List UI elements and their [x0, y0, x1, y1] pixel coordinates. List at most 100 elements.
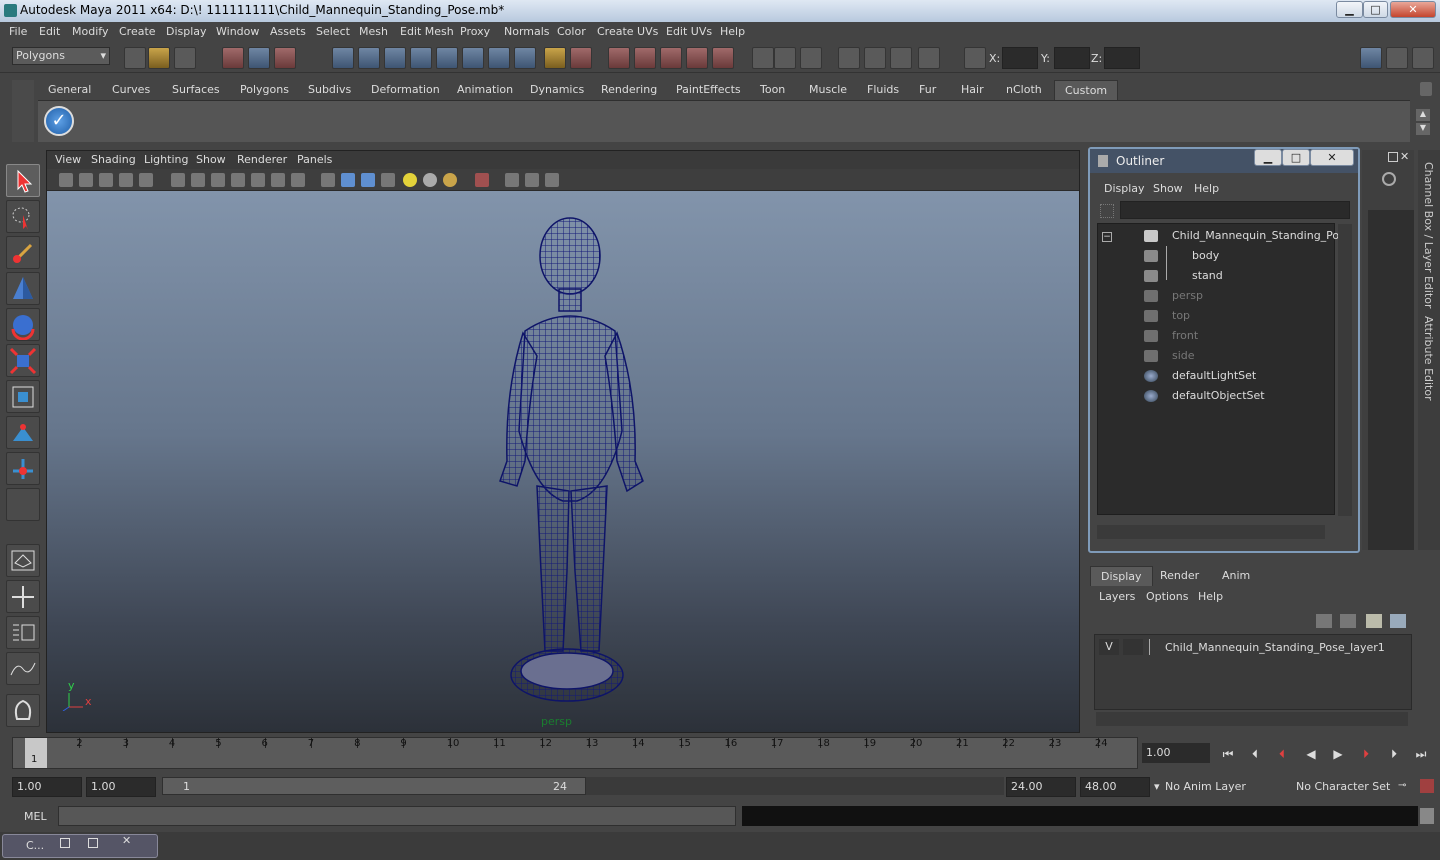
play-backward-icon[interactable]: ◀	[1300, 744, 1322, 764]
four-view-layout-icon[interactable]	[6, 580, 40, 613]
attribute-editor-tab[interactable]: Attribute Editor	[1422, 316, 1435, 401]
command-input[interactable]	[58, 806, 736, 826]
select-joints-icon[interactable]	[358, 47, 380, 69]
outliner-item-persp[interactable]: persp	[1172, 287, 1203, 305]
xray-icon[interactable]	[505, 173, 519, 187]
toggle-channel-box-icon[interactable]	[1412, 47, 1434, 69]
close-button[interactable]: ✕	[1390, 1, 1436, 18]
highlight-selection-icon[interactable]	[570, 47, 592, 69]
script-editor-icon[interactable]	[1420, 808, 1434, 824]
menu-window[interactable]: Window	[216, 25, 259, 38]
outliner-item-side[interactable]: side	[1172, 347, 1195, 365]
use-all-lights-icon[interactable]	[403, 173, 417, 187]
shelf-tab-fluids[interactable]: Fluids	[857, 80, 909, 100]
select-component-icon[interactable]	[274, 47, 296, 69]
bookmarks-icon[interactable]	[99, 173, 113, 187]
move-tool-icon[interactable]	[6, 272, 40, 305]
select-hierarchy-icon[interactable]	[222, 47, 244, 69]
shelf-tab-hair[interactable]: Hair	[951, 80, 994, 100]
select-rendering-icon[interactable]	[488, 47, 510, 69]
mannequin-wireframe[interactable]	[47, 191, 1079, 732]
universal-manipulator-icon[interactable]	[6, 380, 40, 413]
render-settings-icon[interactable]	[864, 47, 886, 69]
playback-start-field[interactable]: 1.00	[86, 777, 156, 797]
snap-grid-icon[interactable]	[608, 47, 630, 69]
viewport-menu-view[interactable]: View	[55, 153, 81, 166]
layer-tab-anim[interactable]: Anim	[1212, 566, 1260, 586]
snap-view-plane-icon[interactable]	[686, 47, 708, 69]
move-layer-down-icon[interactable]	[1340, 614, 1356, 628]
character-set-dropdown[interactable]: No Character Set	[1292, 777, 1390, 797]
animation-end-field[interactable]: 48.00	[1080, 777, 1150, 797]
hypershade-icon[interactable]	[890, 47, 912, 69]
select-surfaces-icon[interactable]	[410, 47, 432, 69]
shelf-tab-ncloth[interactable]: nCloth	[996, 80, 1052, 100]
paint-select-tool-icon[interactable]	[6, 236, 40, 269]
wireframe-icon[interactable]	[321, 173, 335, 187]
menu-assets[interactable]: Assets	[270, 25, 306, 38]
channel-box-tab[interactable]: Channel Box / Layer Editor	[1422, 162, 1435, 309]
go-to-end-icon[interactable]: ⏭	[1410, 744, 1432, 764]
image-plane-icon[interactable]	[119, 173, 133, 187]
outliner-layout-icon[interactable]	[6, 616, 40, 649]
animation-start-field[interactable]: 1.00	[12, 777, 82, 797]
layer-tab-render[interactable]: Render	[1150, 566, 1209, 586]
channel-filter-icon[interactable]	[1382, 172, 1396, 186]
snap-point-icon[interactable]	[660, 47, 682, 69]
save-scene-icon[interactable]	[174, 47, 196, 69]
viewport-menu-renderer[interactable]: Renderer	[237, 153, 287, 166]
shadows-icon[interactable]	[423, 173, 437, 187]
maximize-button[interactable]: □	[1363, 1, 1388, 18]
toggle-tool-settings-icon[interactable]	[1386, 47, 1408, 69]
backface-culling-icon[interactable]	[545, 173, 559, 187]
playback-end-field[interactable]: 24.00	[1006, 777, 1076, 797]
menu-mesh[interactable]: Mesh	[359, 25, 388, 38]
layer-tab-display[interactable]: Display	[1090, 566, 1153, 586]
step-back-frame-icon[interactable]: ⏴	[1244, 744, 1266, 764]
shelf-tab-subdivs[interactable]: Subdivs	[298, 80, 361, 100]
collapse-toggle-icon[interactable]: −	[1102, 232, 1112, 242]
menu-create-uvs[interactable]: Create UVs	[597, 25, 658, 38]
outliner-item-root[interactable]: Child_Mannequin_Standing_Pose	[1172, 227, 1352, 245]
panel-close-icon[interactable]: ✕	[1400, 150, 1409, 163]
shelf-tab-painteffects[interactable]: PaintEffects	[666, 80, 751, 100]
step-back-key-icon[interactable]: ⏴	[1271, 744, 1293, 764]
y-field[interactable]	[1054, 47, 1090, 69]
anim-layer-dropdown[interactable]: ▾ No Anim Layer	[1152, 777, 1286, 797]
outliner-item-top[interactable]: top	[1172, 307, 1190, 325]
layer-color-swatch[interactable]	[1149, 639, 1161, 655]
command-language-label[interactable]: MEL	[24, 810, 47, 823]
new-layer-selected-icon[interactable]	[1390, 614, 1406, 628]
film-gate-icon[interactable]	[191, 173, 205, 187]
ipr-render-icon[interactable]	[838, 47, 860, 69]
layer-horizontal-scrollbar[interactable]	[1096, 712, 1408, 726]
mode-select[interactable]: Polygons ▾	[12, 47, 110, 65]
lasso-tool-icon[interactable]	[6, 200, 40, 233]
shelf-scroll-up-icon[interactable]: ▲	[1416, 109, 1430, 121]
shelf-scroll-down-icon[interactable]: ▼	[1416, 123, 1430, 135]
play-forward-icon[interactable]: ▶	[1327, 744, 1349, 764]
outliner-item-default-light-set[interactable]: defaultLightSet	[1172, 367, 1256, 385]
move-layer-up-icon[interactable]	[1316, 614, 1332, 628]
transform-input-icon[interactable]	[964, 47, 986, 69]
x-field[interactable]	[1002, 47, 1038, 69]
checkmark-shelf-icon[interactable]: ✓	[44, 106, 74, 136]
new-scene-icon[interactable]	[124, 47, 146, 69]
history-icon[interactable]	[752, 47, 774, 69]
restore-icon[interactable]	[60, 838, 70, 848]
menu-file[interactable]: File	[9, 25, 27, 38]
isolate-select-icon[interactable]	[475, 173, 489, 187]
menu-color[interactable]: Color	[557, 25, 586, 38]
filter-icon[interactable]	[1100, 204, 1114, 218]
shelf-tab-curves[interactable]: Curves	[102, 80, 160, 100]
menu-modify[interactable]: Modify	[72, 25, 108, 38]
shelf-tab-surfaces[interactable]: Surfaces	[162, 80, 230, 100]
menu-select[interactable]: Select	[316, 25, 350, 38]
shelf-tab-polygons[interactable]: Polygons	[230, 80, 299, 100]
select-misc-icon[interactable]	[514, 47, 536, 69]
select-object-icon[interactable]	[248, 47, 270, 69]
maximize-icon[interactable]	[88, 838, 98, 848]
menu-help[interactable]: Help	[720, 25, 745, 38]
auto-key-icon[interactable]: ⊸	[1398, 781, 1414, 791]
single-perspective-layout-icon[interactable]	[6, 544, 40, 577]
